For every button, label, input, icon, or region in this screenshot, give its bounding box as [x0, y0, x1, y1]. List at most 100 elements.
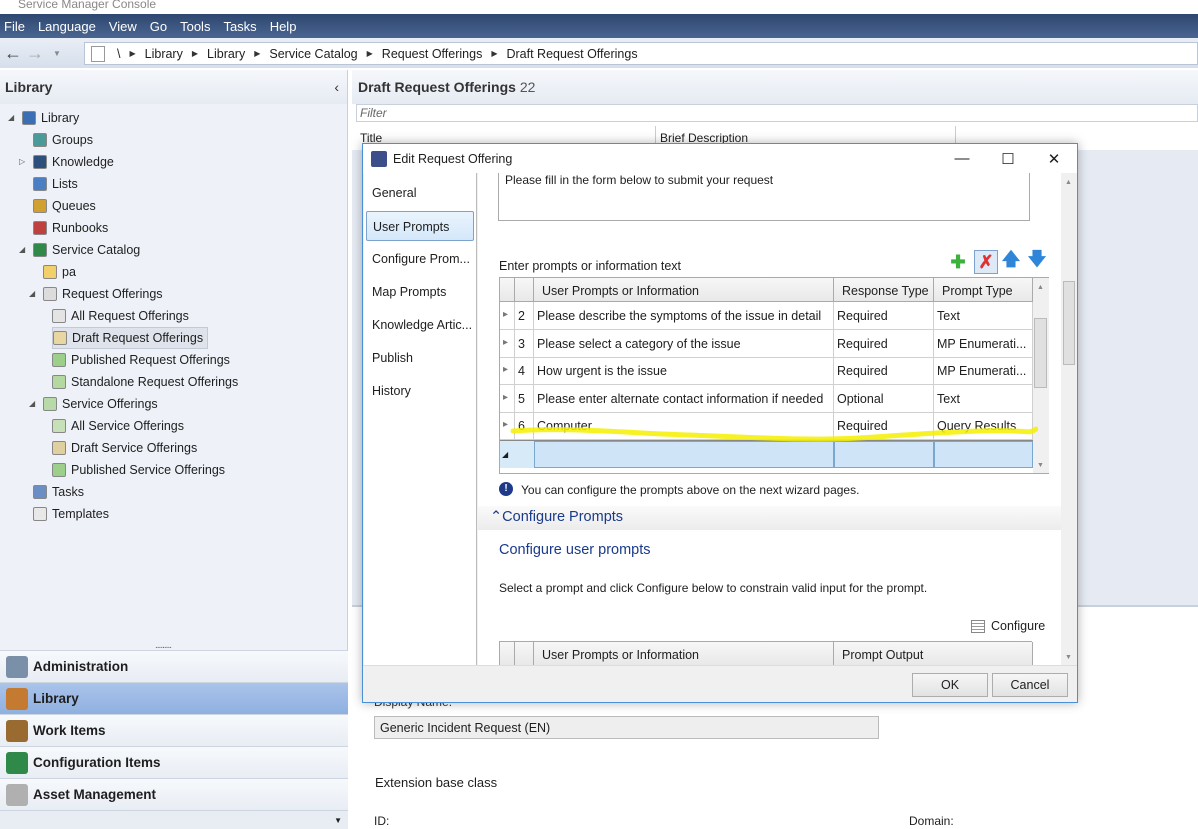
overflow-chevron-icon[interactable]: ▼	[334, 816, 342, 825]
tree-item-label: pa	[62, 265, 76, 279]
wizard-nav-map-prompts[interactable]: Map Prompts	[366, 277, 474, 307]
expander-icon[interactable]: ◢	[8, 113, 14, 122]
menu-tasks[interactable]: Tasks	[223, 19, 256, 34]
workspace-icon	[6, 719, 28, 742]
tree-item-templates[interactable]: Templates	[33, 503, 109, 525]
breadcrumb-draft-request-offerings[interactable]: Draft Request Offerings	[506, 47, 637, 61]
prompt-row[interactable]: ▸ 4 How urgent is the issue Required MP Enum…	[500, 357, 1033, 386]
workspace-label: Library	[33, 691, 79, 706]
dialog-scrollbar[interactable]: ▲ ▼	[1061, 173, 1077, 665]
forward-arrow-icon[interactable]: →	[24, 42, 46, 64]
instructions-textarea[interactable]: Please fill in the form below to submit …	[498, 173, 1030, 221]
tree-item-draft-request-offerings[interactable]: Draft Request Offerings	[52, 327, 209, 349]
header2-user-prompts[interactable]: User Prompts or Information	[534, 642, 834, 665]
tree-item-standalone-request-offerings[interactable]: Standalone Request Offerings	[52, 371, 238, 393]
dialog-scroll-thumb[interactable]	[1063, 281, 1075, 365]
workspace-administration[interactable]: Administration	[0, 650, 348, 682]
tree-item-all-service-offerings[interactable]: All Service Offerings	[52, 415, 184, 437]
header-prompt-type[interactable]: Prompt Type	[934, 278, 1033, 302]
wizard-nav-publish[interactable]: Publish	[366, 343, 474, 373]
menu-file[interactable]: File	[4, 19, 25, 34]
configure-button[interactable]: Configure	[971, 619, 1045, 633]
response-type-cell: Optional	[834, 384, 934, 413]
workspace-configuration-items[interactable]: Configuration Items	[0, 746, 348, 778]
row-number: 3	[515, 329, 534, 358]
tree-item-lists[interactable]: Lists	[33, 173, 78, 195]
workspace-overflow-bar: ▼	[0, 810, 348, 829]
menu-go[interactable]: Go	[150, 19, 167, 34]
minimize-icon[interactable]: —	[939, 144, 985, 173]
cancel-button[interactable]: Cancel	[992, 673, 1068, 697]
maximize-icon[interactable]: ☐	[985, 144, 1031, 173]
configure-prompts-grid: User Prompts or Information Prompt Outpu…	[499, 641, 1033, 665]
prompt-cell: Please select a category of the issue	[534, 329, 834, 358]
wizard-nav-configure-prom-[interactable]: Configure Prom...	[366, 244, 474, 274]
wizard-nav-knowledge-artic-[interactable]: Knowledge Artic...	[366, 310, 474, 340]
breadcrumb-library[interactable]: Library	[145, 47, 183, 61]
menu-language[interactable]: Language	[38, 19, 96, 34]
move-up-arrow-icon[interactable]: 🡅	[1001, 249, 1021, 272]
tree-item-label: Queues	[52, 199, 96, 213]
wizard-nav-user-prompts[interactable]: User Prompts	[366, 211, 474, 241]
breadcrumb-request-offerings[interactable]: Request Offerings	[382, 47, 483, 61]
prompt-row[interactable]: ▸ 2 Please describe the symptoms of the is…	[500, 302, 1033, 330]
menu-tools[interactable]: Tools	[180, 19, 210, 34]
tree-item-pa[interactable]: pa	[43, 261, 76, 283]
tree-item-library[interactable]: Library	[22, 107, 79, 129]
menu-help[interactable]: Help	[270, 19, 297, 34]
prompt-row[interactable]: ▸ 5 Please enter alternate contact informa…	[500, 384, 1033, 413]
collapse-chevron-icon[interactable]: ‹	[334, 79, 339, 95]
back-arrow-icon[interactable]: ←	[2, 42, 24, 64]
workspace-asset-management[interactable]: Asset Management	[0, 778, 348, 810]
tree-node-icon	[22, 111, 36, 125]
history-dropdown-icon[interactable]: ▼	[46, 42, 68, 64]
row-expander-icon[interactable]: ▸	[500, 329, 515, 358]
row-expander-icon[interactable]: ▸	[500, 384, 515, 413]
tree-item-tasks[interactable]: Tasks	[33, 481, 84, 503]
expander-icon[interactable]: ◢	[29, 399, 35, 408]
breadcrumb-library-2[interactable]: Library	[207, 47, 245, 61]
filter-input[interactable]: Filter	[356, 104, 1198, 122]
menu-view[interactable]: View	[109, 19, 137, 34]
prompt-cell: Please describe the symptoms of the issu…	[534, 302, 834, 330]
wizard-nav-general[interactable]: General	[366, 178, 474, 208]
wizard-nav: General User Prompts Configure Prom... Map …	[364, 173, 477, 665]
tree-item-request-offerings[interactable]: Request Offerings	[43, 283, 163, 305]
workspace-icon	[6, 751, 28, 774]
wizard-nav-history[interactable]: History	[366, 376, 474, 406]
header2-prompt-output[interactable]: Prompt Output	[834, 642, 1033, 665]
workspace-work-items[interactable]: Work Items	[0, 714, 348, 746]
header-response-type[interactable]: Response Type	[834, 278, 934, 302]
row-expander-icon[interactable]: ▸	[500, 357, 515, 386]
expander-icon[interactable]: ▷	[19, 157, 25, 166]
tree-node-icon	[52, 463, 66, 477]
header-user-prompts[interactable]: User Prompts or Information	[534, 278, 834, 302]
tree-item-queues[interactable]: Queues	[33, 195, 96, 217]
tree-item-knowledge[interactable]: Knowledge	[33, 151, 114, 173]
move-down-arrow-icon[interactable]: 🡇	[1027, 249, 1047, 272]
add-plus-icon[interactable]: ✚	[948, 252, 968, 272]
close-icon[interactable]: ✕	[1031, 144, 1077, 173]
tree-item-all-request-offerings[interactable]: All Request Offerings	[52, 305, 189, 327]
tree-item-runbooks[interactable]: Runbooks	[33, 217, 108, 239]
expander-icon[interactable]: ◢	[29, 289, 35, 298]
configure-prompts-section-header[interactable]: ⌃Configure Prompts	[478, 506, 1061, 530]
workspace-label: Administration	[33, 659, 129, 674]
extension-base-class-label: Extension base class	[375, 775, 498, 790]
tree-item-groups[interactable]: Groups	[33, 129, 93, 151]
breadcrumb-root[interactable]: \	[117, 47, 120, 61]
display-name-field[interactable]: Generic Incident Request (EN)	[374, 716, 879, 739]
tree-item-service-catalog[interactable]: Service Catalog	[33, 239, 140, 261]
row-expander-icon[interactable]: ▸	[500, 302, 515, 330]
workspace-library[interactable]: Library	[0, 682, 348, 714]
tree-item-published-service-offerings[interactable]: Published Service Offerings	[52, 459, 225, 481]
breadcrumb-service-catalog[interactable]: Service Catalog	[269, 47, 357, 61]
tree-item-published-request-offerings[interactable]: Published Request Offerings	[52, 349, 230, 371]
delete-x-icon[interactable]: ✗	[974, 250, 998, 274]
ok-button[interactable]: OK	[912, 673, 988, 697]
prompt-row[interactable]: ▸ 3 Please select a category of the issue R…	[500, 329, 1033, 358]
tree-item-service-offerings[interactable]: Service Offerings	[43, 393, 158, 415]
tree-item-draft-service-offerings[interactable]: Draft Service Offerings	[52, 437, 197, 459]
expander-icon[interactable]: ◢	[19, 245, 25, 254]
tree-item-label: All Service Offerings	[71, 419, 185, 433]
